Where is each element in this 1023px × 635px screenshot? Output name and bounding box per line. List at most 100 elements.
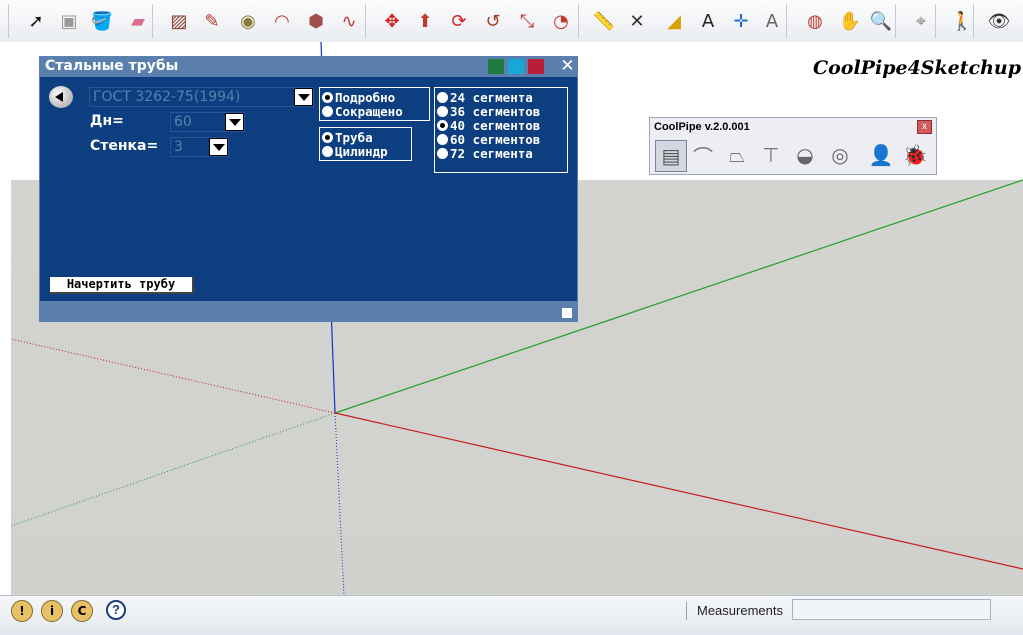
radio-pipe[interactable]: Труба	[322, 131, 373, 145]
dn-select[interactable]: 60	[170, 112, 245, 132]
pan-icon[interactable]: ✋	[836, 6, 864, 36]
wall-label: Стенка=	[90, 138, 159, 154]
dimension-icon[interactable]: ✕	[623, 6, 651, 36]
elbow-icon[interactable]: ⌒	[688, 140, 718, 170]
wall-select[interactable]: 3	[170, 137, 229, 157]
chevron-down-icon[interactable]	[209, 138, 228, 156]
flange-icon[interactable]: ◎	[825, 140, 855, 170]
eraser-icon[interactable]: ▰	[124, 6, 152, 36]
radio-seg-24[interactable]: 24 сегмента	[437, 91, 533, 105]
bug-icon[interactable]: 🐞	[900, 140, 930, 170]
dn-label: Дн=	[90, 113, 124, 129]
polygon-icon[interactable]: ⬢	[302, 6, 330, 36]
help-icon[interactable]: ?	[106, 600, 126, 620]
radio-label: 36 сегментов	[450, 104, 541, 119]
toolbar-separator	[365, 4, 366, 38]
standard-value: ГОСТ 3262-75(1994)	[93, 89, 241, 105]
color-swatch-red[interactable]	[528, 59, 544, 74]
look-around-icon[interactable]: 👁	[985, 6, 1013, 36]
follow-me-icon[interactable]: ↺	[479, 6, 507, 36]
text-icon[interactable]: A	[694, 6, 722, 36]
coolpipe-toolbar: CoolPipe v.2.0.001 x ▤ ⌒ ⏢ ⊤ ◒ ◎ 👤 🐞	[649, 117, 937, 175]
pencil-icon[interactable]: ✎	[198, 6, 226, 36]
radio-label: 40 сегментов	[450, 118, 541, 133]
offset-icon[interactable]: ◔	[547, 6, 575, 36]
credits-icon[interactable]: i	[41, 600, 63, 622]
user-remove-icon[interactable]: 👤	[866, 140, 896, 170]
reducer-icon[interactable]: ⏢	[722, 140, 752, 170]
draw-pipe-button[interactable]: Начертить трубу	[50, 277, 194, 294]
wall-value: 3	[174, 139, 183, 155]
resize-grip-icon[interactable]	[562, 308, 572, 318]
steel-pipes-dialog: Стальные трубы ✕ ГОСТ 3262-75(1994) Дн= …	[39, 56, 578, 322]
walk-icon[interactable]: 🚶	[948, 6, 976, 36]
geolocation-icon[interactable]: !	[11, 600, 33, 622]
radio-off-icon	[437, 134, 448, 145]
segments-radio-group: 24 сегмента 36 сегментов 40 сегментов 60…	[434, 87, 568, 173]
radio-label: Подробно	[335, 90, 396, 105]
radio-off-icon	[322, 146, 333, 157]
3d-text-icon[interactable]: A	[758, 6, 786, 36]
status-bar: ! i C ? Measurements	[0, 595, 1023, 635]
radio-seg-40[interactable]: 40 сегментов	[437, 119, 540, 133]
pipe-icon[interactable]: ▤	[655, 140, 687, 172]
tee-icon[interactable]: ⊤	[756, 140, 786, 170]
close-icon[interactable]: ✕	[559, 58, 576, 75]
circle-icon[interactable]: ◉	[234, 6, 262, 36]
radio-label: 60 сегментов	[450, 132, 541, 147]
arc-icon[interactable]: ◠	[268, 6, 296, 36]
rotate-icon[interactable]: ⟳	[445, 6, 473, 36]
shape-radio-group: Труба Цилиндр	[319, 127, 412, 161]
radio-off-icon	[437, 92, 448, 103]
radio-on-icon	[322, 132, 333, 143]
color-swatch-green[interactable]	[488, 59, 504, 74]
measurements-input[interactable]	[792, 599, 991, 620]
zoom-icon[interactable]: 🔍	[867, 6, 895, 36]
radio-seg-60[interactable]: 60 сегментов	[437, 133, 540, 147]
chevron-down-icon[interactable]	[294, 88, 313, 106]
component-icon[interactable]: ▣	[55, 6, 83, 36]
cap-icon[interactable]: ◒	[790, 140, 820, 170]
radio-seg-72[interactable]: 72 сегмента	[437, 147, 533, 161]
orbit-icon[interactable]: ◍	[801, 6, 829, 36]
scale-icon[interactable]: ⤡	[513, 6, 541, 36]
toolbar-separator	[973, 4, 974, 38]
radio-short[interactable]: Сокращено	[322, 105, 403, 119]
close-icon[interactable]: x	[917, 120, 932, 134]
radio-cylinder[interactable]: Цилиндр	[322, 145, 388, 159]
freehand-icon[interactable]: ∿	[335, 6, 363, 36]
protractor-icon[interactable]: ◢	[660, 6, 688, 36]
axes-icon[interactable]: ✛	[727, 6, 755, 36]
copyright-icon[interactable]: C	[71, 600, 93, 622]
dialog-title: Стальные трубы	[45, 58, 179, 74]
position-camera-icon[interactable]: ⌖	[907, 6, 935, 36]
select-icon[interactable]: ➚	[22, 6, 50, 36]
back-button[interactable]	[49, 86, 73, 108]
toolbar-separator	[8, 4, 9, 38]
brand-label: CoolPipe4Sketchup	[813, 57, 1022, 79]
move-icon[interactable]: ✥	[378, 6, 406, 36]
dn-value: 60	[174, 114, 192, 130]
color-swatch-cyan[interactable]	[508, 59, 524, 74]
paint-bucket-icon[interactable]: 🪣	[88, 6, 116, 36]
green-axis-hidden	[11, 412, 336, 527]
standard-select[interactable]: ГОСТ 3262-75(1994)	[89, 87, 314, 107]
dialog-titlebar[interactable]: Стальные трубы ✕	[40, 57, 577, 77]
radio-off-icon	[322, 106, 333, 117]
measurements-label: Measurements	[697, 603, 783, 618]
status-divider	[686, 602, 687, 620]
toolbar-separator	[786, 4, 787, 38]
radio-label: Сокращено	[335, 104, 403, 119]
radio-on-icon	[322, 92, 333, 103]
radio-detailed[interactable]: Подробно	[322, 91, 395, 105]
radio-label: Труба	[335, 130, 373, 145]
red-axis-hidden	[11, 338, 336, 414]
chevron-down-icon[interactable]	[225, 113, 244, 131]
tape-measure-icon[interactable]: 📏	[590, 6, 618, 36]
push-pull-icon[interactable]: ⬆	[411, 6, 439, 36]
rectangle-icon[interactable]: ▨	[165, 6, 193, 36]
red-axis	[334, 412, 1023, 570]
main-toolbar: ➚ ▣ 🪣 ▰ ▨ ✎ ◉ ◠ ⬢ ∿ ✥ ⬆ ⟳ ↺ ⤡ ◔ 📏 ✕ ◢ A ✛ A ◍ ✋ 🔍 ⌖ 🚶 👁	[0, 0, 1023, 43]
radio-seg-36[interactable]: 36 сегментов	[437, 105, 540, 119]
blue-axis-hidden	[334, 412, 345, 595]
